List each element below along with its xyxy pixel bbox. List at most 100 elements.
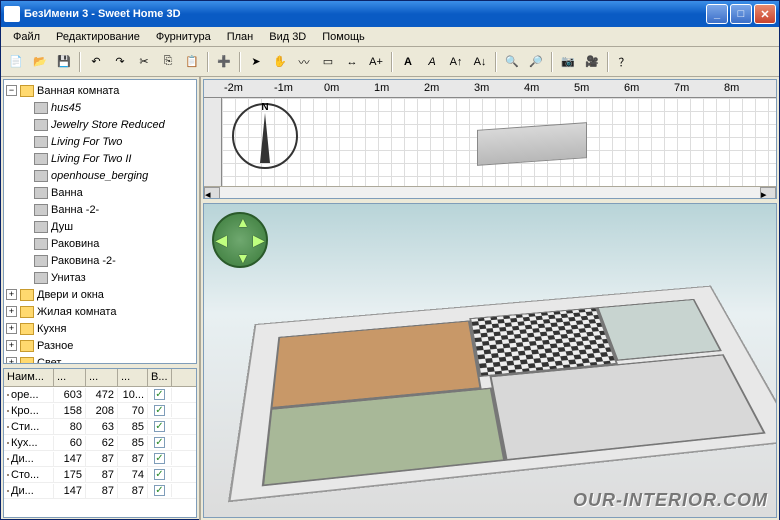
table-row[interactable]: Сти...806385✓: [4, 419, 196, 435]
nav-up-icon[interactable]: ▲: [236, 214, 250, 230]
close-button[interactable]: ✕: [754, 4, 776, 24]
table-row[interactable]: Кух...606285✓: [4, 435, 196, 451]
tree-root[interactable]: − Ванная комната: [6, 82, 194, 99]
col-1[interactable]: ...: [54, 369, 86, 386]
tree-item[interactable]: hus45: [6, 99, 194, 116]
furniture-tree[interactable]: − Ванная комната hus45 Jewelry Store Redu…: [3, 79, 197, 364]
expand-icon[interactable]: +: [6, 323, 17, 334]
tree-folder[interactable]: +Свет: [6, 354, 194, 364]
col-2[interactable]: ...: [86, 369, 118, 386]
checkbox-icon[interactable]: ✓: [154, 469, 165, 480]
cell-visible[interactable]: ✓: [148, 468, 172, 481]
tree-item[interactable]: Living For Two: [6, 133, 194, 150]
room-icon[interactable]: ▭: [317, 51, 339, 73]
menu-plan[interactable]: План: [219, 29, 262, 45]
save-icon[interactable]: 💾: [53, 51, 75, 73]
cell-visible[interactable]: ✓: [148, 404, 172, 417]
tree-folder[interactable]: +Жилая комната: [6, 303, 194, 320]
table-row[interactable]: оре...60347210...✓: [4, 387, 196, 403]
decrease-icon[interactable]: A↓: [469, 51, 491, 73]
dimension-icon[interactable]: ↔: [341, 51, 363, 73]
checkbox-icon[interactable]: ✓: [154, 453, 165, 464]
tree-folder[interactable]: +Кухня: [6, 320, 194, 337]
view-3d[interactable]: ▲ ▼ ◀ ▶ OUR-INTERIOR.COM: [203, 203, 777, 518]
table-row[interactable]: Сто...1758774✓: [4, 467, 196, 483]
copy-icon[interactable]: ⎘: [157, 51, 179, 73]
compass-icon[interactable]: [232, 103, 298, 169]
nav-left-icon[interactable]: ◀: [216, 232, 227, 249]
table-row[interactable]: Ди...1478787✓: [4, 451, 196, 467]
expand-icon[interactable]: +: [6, 289, 17, 300]
menu-help[interactable]: Помощь: [314, 29, 373, 45]
wall-icon[interactable]: 〰: [293, 51, 315, 73]
expand-icon[interactable]: +: [6, 357, 17, 364]
col-visible[interactable]: В...: [148, 369, 172, 386]
zoom-out-icon[interactable]: 🔎: [525, 51, 547, 73]
nav-down-icon[interactable]: ▼: [236, 250, 250, 266]
redo-icon[interactable]: ↷: [109, 51, 131, 73]
new-icon[interactable]: 📄: [5, 51, 27, 73]
menu-view3d[interactable]: Вид 3D: [261, 29, 314, 45]
checkbox-icon[interactable]: ✓: [154, 421, 165, 432]
checkbox-icon[interactable]: ✓: [154, 437, 165, 448]
cell-visible[interactable]: ✓: [148, 452, 172, 465]
scroll-right-button[interactable]: ▸: [760, 187, 776, 199]
col-name[interactable]: Наим...: [4, 369, 54, 386]
plan-canvas[interactable]: [222, 98, 776, 186]
bold-icon[interactable]: A: [397, 51, 419, 73]
help-icon[interactable]: ？: [613, 51, 635, 73]
add-furniture-icon[interactable]: ➕: [213, 51, 235, 73]
collapse-icon[interactable]: −: [6, 85, 17, 96]
undo-icon[interactable]: ↶: [85, 51, 107, 73]
tree-item[interactable]: Ванна: [6, 184, 194, 201]
table-row[interactable]: Кро...15820870✓: [4, 403, 196, 419]
tree-item[interactable]: Ванна -2-: [6, 201, 194, 218]
tree-folder[interactable]: +Разное: [6, 337, 194, 354]
checkbox-icon[interactable]: ✓: [154, 485, 165, 496]
tree-item[interactable]: Jewelry Store Reduced: [6, 116, 194, 133]
checkbox-icon[interactable]: ✓: [154, 389, 165, 400]
paste-icon[interactable]: 📋: [181, 51, 203, 73]
tree-label: Jewelry Store Reduced: [51, 119, 165, 131]
col-3[interactable]: ...: [118, 369, 148, 386]
text-icon[interactable]: A+: [365, 51, 387, 73]
pan-icon[interactable]: ✋: [269, 51, 291, 73]
tree-item[interactable]: Living For Two II: [6, 150, 194, 167]
tree-item[interactable]: Унитаз: [6, 269, 194, 286]
zoom-in-icon[interactable]: 🔍: [501, 51, 523, 73]
tree-item[interactable]: Раковина: [6, 235, 194, 252]
cut-icon[interactable]: ✂: [133, 51, 155, 73]
table-row[interactable]: Ди...1478787✓: [4, 483, 196, 499]
tree-item[interactable]: openhouse_berging: [6, 167, 194, 184]
checkbox-icon[interactable]: ✓: [154, 405, 165, 416]
cell-visible[interactable]: ✓: [148, 388, 172, 401]
scrollbar-horizontal[interactable]: ◂ ▸: [204, 186, 776, 199]
tree-item[interactable]: Раковина -2-: [6, 252, 194, 269]
room-3d-render[interactable]: [228, 286, 777, 503]
increase-icon[interactable]: A↑: [445, 51, 467, 73]
photo-icon[interactable]: 📷: [557, 51, 579, 73]
nav-right-icon[interactable]: ▶: [253, 232, 264, 249]
scroll-track[interactable]: [220, 187, 760, 199]
nav-3d-control[interactable]: ▲ ▼ ◀ ▶: [212, 212, 268, 268]
plan-model[interactable]: [477, 122, 587, 166]
open-icon[interactable]: 📂: [29, 51, 51, 73]
menu-edit[interactable]: Редактирование: [48, 29, 148, 45]
italic-icon[interactable]: A: [421, 51, 443, 73]
plan-2d[interactable]: -2m-1m0m1m2m3m4m5m6m7m8m ◂ ▸: [203, 79, 777, 199]
select-icon[interactable]: ➤: [245, 51, 267, 73]
menu-furniture[interactable]: Фурнитура: [148, 29, 219, 45]
cell-visible[interactable]: ✓: [148, 420, 172, 433]
furniture-table[interactable]: Наим... ... ... ... В... оре...60347210.…: [3, 368, 197, 518]
scroll-left-button[interactable]: ◂: [204, 187, 220, 199]
video-icon[interactable]: 🎥: [581, 51, 603, 73]
expand-icon[interactable]: +: [6, 340, 17, 351]
minimize-button[interactable]: _: [706, 4, 728, 24]
expand-icon[interactable]: +: [6, 306, 17, 317]
menu-file[interactable]: Файл: [5, 29, 48, 45]
tree-folder[interactable]: +Двери и окна: [6, 286, 194, 303]
maximize-button[interactable]: □: [730, 4, 752, 24]
tree-item[interactable]: Душ: [6, 218, 194, 235]
cell-visible[interactable]: ✓: [148, 436, 172, 449]
cell-visible[interactable]: ✓: [148, 484, 172, 497]
